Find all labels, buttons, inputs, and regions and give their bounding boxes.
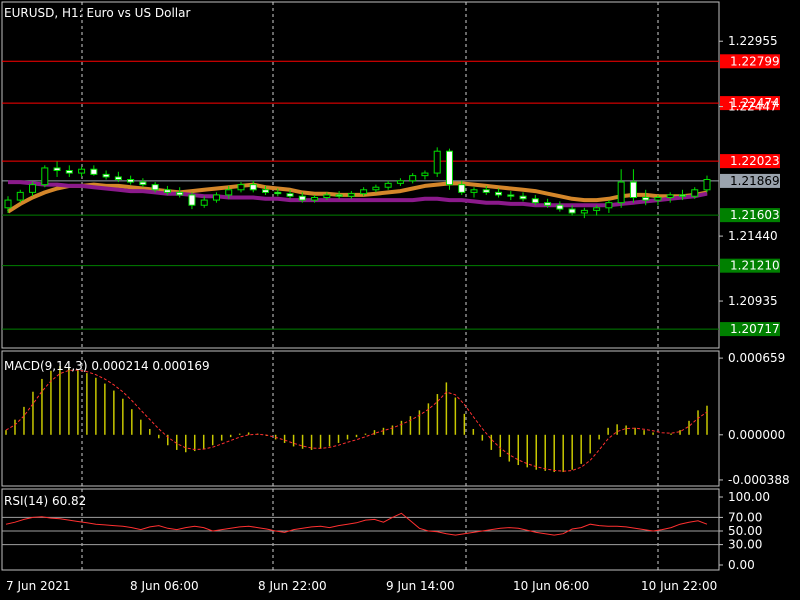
candle-body <box>691 189 699 197</box>
candle-body <box>593 207 601 211</box>
candle-body <box>78 168 86 174</box>
candle-body <box>188 194 196 206</box>
candle-body <box>629 181 637 199</box>
chart-svg: 1.227991.224741.220231.216031.212101.207… <box>1 1 790 593</box>
price-level-label: 1.21210 <box>730 259 780 273</box>
candle-body <box>163 189 171 193</box>
y-tick-label: 1.22955 <box>728 34 778 48</box>
candle-body <box>409 175 417 182</box>
candle-body <box>249 184 257 191</box>
candle-body <box>544 202 552 206</box>
candle-body <box>642 197 650 201</box>
axis-layer: 7 Jun 2021 8 Jun 06:00 8 Jun 22:00 9 Jun 14… <box>6 34 790 593</box>
candle-body <box>556 204 564 210</box>
candle-body <box>433 150 441 174</box>
frames-layer <box>1 1 720 571</box>
candle-body <box>703 179 711 191</box>
rsi-title: RSI(14) 60.82 <box>4 494 86 508</box>
candle-body <box>482 189 490 193</box>
main-chart-title: EURUSD, H1: Euro vs US Dollar <box>4 6 190 20</box>
candle-body <box>421 172 429 177</box>
candle-body <box>274 191 282 195</box>
macd-title: MACD(9,14,3) 0.000214 0.000169 <box>4 359 210 373</box>
x-tick-label: 8 Jun 06:00 <box>130 579 199 593</box>
candle-body <box>4 199 12 209</box>
macd-tick-label: 0.000659 <box>728 351 785 365</box>
candle-body <box>212 194 220 201</box>
rsi-tick-label: 70.00 <box>728 510 762 524</box>
candle-body <box>53 167 61 171</box>
candle-body <box>666 194 674 199</box>
y-tick-label: 1.20935 <box>728 294 778 308</box>
x-tick-label: 10 Jun 06:00 <box>513 579 589 593</box>
candle-body <box>65 169 73 174</box>
candle-body <box>176 191 184 196</box>
candle-body <box>323 194 331 199</box>
candle-body <box>372 186 380 191</box>
candle-body <box>519 195 527 200</box>
candle-body <box>127 179 135 183</box>
candle-body <box>384 182 392 188</box>
current-price-label: 1.21869 <box>730 174 780 188</box>
rsi-panel-frame <box>1 488 720 571</box>
candle-body <box>139 181 147 186</box>
candle-body <box>568 208 576 214</box>
candle-body <box>335 194 343 197</box>
candle-body <box>311 197 319 201</box>
x-tick-label: 10 Jun 22:00 <box>641 579 717 593</box>
price-level-label: 1.22799 <box>730 54 780 68</box>
macd-tick-label: -0.000388 <box>728 473 790 487</box>
candle-body <box>396 180 404 184</box>
candle-body <box>114 176 122 181</box>
y-tick-label: 1.21440 <box>728 229 778 243</box>
candle-body <box>286 193 294 197</box>
candle-body <box>225 189 233 196</box>
macd-signal-line <box>5 369 708 472</box>
candle-body <box>605 202 613 209</box>
candle-body <box>298 195 306 201</box>
candle-body <box>90 168 98 175</box>
candle-body <box>29 184 37 193</box>
candle-body <box>678 194 686 197</box>
candle-body <box>507 194 515 197</box>
x-tick-label: 7 Jun 2021 <box>6 579 71 593</box>
rsi-line <box>5 512 708 536</box>
rsi-tick-label: 30.00 <box>728 538 762 552</box>
grid-layer <box>81 2 659 570</box>
candle-body <box>102 173 110 178</box>
price-level-label: 1.21603 <box>730 208 780 222</box>
candle-body <box>237 184 245 191</box>
price-level-label: 1.22023 <box>730 154 780 168</box>
candle-body <box>151 184 159 191</box>
candle-body <box>531 198 539 204</box>
macd-layer <box>5 366 708 473</box>
candle-body <box>347 193 355 197</box>
x-tick-label: 9 Jun 14:00 <box>386 579 455 593</box>
rsi-tick-label: 50.00 <box>728 524 762 538</box>
candles-layer <box>4 147 711 219</box>
candle-body <box>470 189 478 193</box>
candle-body <box>360 189 368 195</box>
candle-body <box>458 184 466 193</box>
candle-body <box>445 150 453 186</box>
candle-body <box>495 191 503 196</box>
price-level-label: 1.20717 <box>730 322 780 336</box>
candle-body <box>16 191 24 201</box>
rsi-layer <box>2 512 719 546</box>
candle-body <box>617 181 625 204</box>
moving-average-layer <box>6 180 708 214</box>
rsi-tick-label: 0.00 <box>728 558 755 572</box>
macd-tick-label: 0.000000 <box>728 428 785 442</box>
x-tick-label: 8 Jun 22:00 <box>258 579 327 593</box>
candle-body <box>580 209 588 214</box>
candle-body <box>200 199 208 206</box>
rsi-tick-label: 100.00 <box>728 490 770 504</box>
candle-body <box>262 189 270 193</box>
candle-body <box>654 197 662 201</box>
candle-body <box>41 167 49 186</box>
y-tick-label: 1.22447 <box>728 100 778 114</box>
